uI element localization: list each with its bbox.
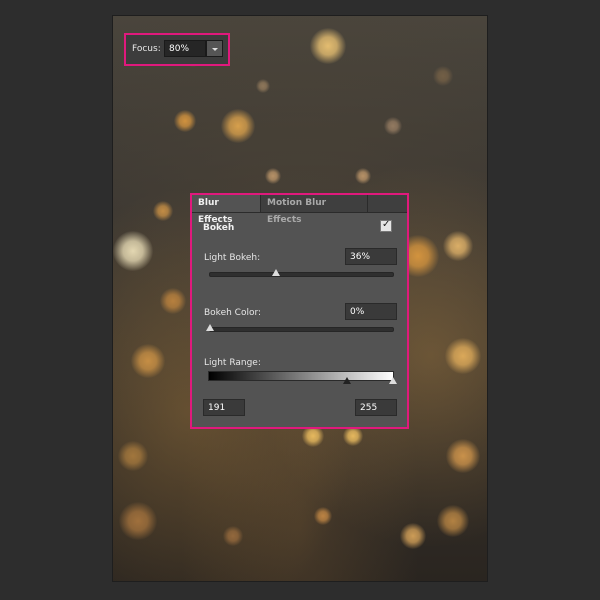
bokeh-light bbox=[400, 523, 426, 549]
bokeh-light bbox=[113, 231, 153, 271]
focus-input[interactable]: 80% bbox=[164, 40, 206, 57]
light-range-min-input[interactable]: 191 bbox=[203, 399, 245, 416]
light-bokeh-slider-thumb[interactable] bbox=[271, 269, 280, 276]
focus-control: Focus: 80% bbox=[124, 33, 230, 66]
bokeh-light bbox=[445, 338, 481, 374]
light-bokeh-slider[interactable] bbox=[209, 269, 394, 277]
blur-effects-panel: Blur Effects Motion Blur Effects Bokeh ✓… bbox=[190, 193, 409, 429]
bokeh-light bbox=[310, 28, 346, 64]
bokeh-color-input[interactable]: 0% bbox=[345, 303, 397, 320]
tab-motion-blur-effects[interactable]: Motion Blur Effects bbox=[260, 195, 368, 225]
bokeh-color-slider-thumb[interactable] bbox=[206, 324, 214, 331]
bokeh-checkbox[interactable]: ✓ bbox=[380, 219, 392, 232]
light-range-label: Light Range: bbox=[204, 358, 261, 368]
bokeh-light bbox=[265, 168, 281, 184]
bokeh-light bbox=[153, 201, 173, 221]
bokeh-light bbox=[221, 109, 255, 143]
bokeh-light bbox=[314, 507, 332, 525]
bokeh-light bbox=[355, 168, 371, 184]
light-range-max-thumb[interactable] bbox=[389, 377, 397, 384]
bokeh-light bbox=[343, 426, 363, 446]
focus-label: Focus: bbox=[132, 44, 161, 54]
checkmark-icon: ✓ bbox=[382, 219, 391, 230]
bokeh-section-title: Bokeh bbox=[203, 223, 235, 233]
light-range-max-input[interactable]: 255 bbox=[355, 399, 397, 416]
bokeh-light bbox=[256, 79, 270, 93]
bokeh-light bbox=[131, 344, 165, 378]
bokeh-light bbox=[174, 110, 196, 132]
bokeh-light bbox=[118, 441, 148, 471]
light-range-min-thumb[interactable] bbox=[342, 377, 351, 384]
light-bokeh-input[interactable]: 36% bbox=[345, 248, 397, 265]
focus-dropdown-button[interactable] bbox=[206, 40, 223, 57]
light-range-gradient[interactable] bbox=[208, 371, 397, 384]
light-bokeh-label: Light Bokeh: bbox=[204, 253, 261, 263]
bokeh-light bbox=[446, 439, 480, 473]
bokeh-light bbox=[437, 505, 469, 537]
bokeh-color-slider[interactable] bbox=[206, 324, 394, 332]
bokeh-light bbox=[443, 231, 473, 261]
bokeh-light bbox=[160, 288, 186, 314]
tab-blur-effects[interactable]: Blur Effects bbox=[192, 195, 260, 225]
bokeh-light bbox=[223, 526, 243, 546]
panel-tabs: Blur Effects Motion Blur Effects bbox=[192, 195, 407, 225]
bokeh-light bbox=[384, 117, 402, 135]
chevron-down-icon bbox=[212, 48, 218, 51]
bokeh-light bbox=[433, 66, 453, 86]
bokeh-light bbox=[119, 502, 157, 540]
bokeh-color-label: Bokeh Color: bbox=[204, 308, 262, 318]
